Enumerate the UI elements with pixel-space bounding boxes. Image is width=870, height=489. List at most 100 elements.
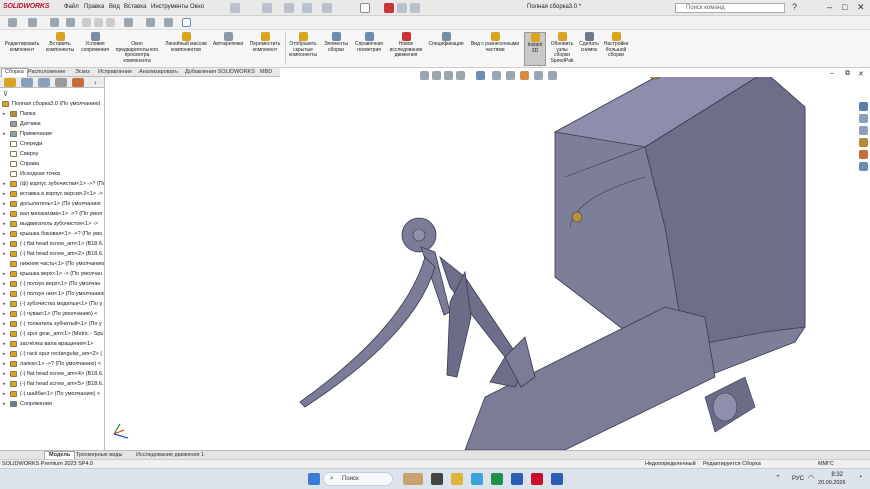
property-manager-tab-icon[interactable]	[21, 78, 33, 87]
resources-icon[interactable]	[859, 114, 868, 123]
tree-item[interactable]: ▸ (ф) корпус зубочистки<1> ->? (По	[0, 179, 104, 189]
chevron-right-icon[interactable]: ▸	[3, 189, 6, 199]
cmd-new-motion-study[interactable]: Новое исследование движения	[387, 32, 425, 59]
command-search-input[interactable]: Поиск команд	[675, 3, 785, 13]
tree-item[interactable]: ▸ (-) ползун верх<1> (По умолчан	[0, 279, 104, 289]
menu-edit[interactable]: Правка	[84, 4, 104, 10]
chevron-right-icon[interactable]: ▸	[3, 229, 6, 239]
tree-item[interactable]: нижняя часть<1> (По умолчанию	[0, 259, 104, 269]
tab-motion-study[interactable]: Исследование движения 1	[132, 452, 208, 458]
tree-item[interactable]: ▸ Папка	[0, 109, 104, 119]
scene-icon[interactable]	[534, 71, 543, 80]
help-icon[interactable]: ?	[792, 2, 797, 12]
chevron-right-icon[interactable]: ▸	[3, 349, 6, 359]
home-icon[interactable]	[230, 3, 240, 13]
toolbar-icon[interactable]	[94, 18, 103, 27]
toolbar-icon[interactable]	[82, 18, 91, 27]
task-view-icon[interactable]	[431, 473, 443, 485]
tree-item[interactable]: Спереди	[0, 139, 104, 149]
feature-manager-tab-icon[interactable]	[4, 78, 16, 87]
tree-item[interactable]: ▸ Примечания	[0, 129, 104, 139]
menu-insert[interactable]: Вставка	[124, 4, 146, 10]
chevron-up-icon[interactable]: ⌃	[775, 474, 781, 482]
zoom-to-fit-icon[interactable]	[420, 71, 429, 80]
select-cursor-icon[interactable]	[360, 3, 370, 13]
cmd-mate[interactable]: Условия сопряжения	[78, 32, 112, 53]
tree-item[interactable]: Сверху	[0, 149, 104, 159]
zoom-to-area-icon[interactable]	[432, 71, 441, 80]
tab-assembly[interactable]: Сборка	[1, 68, 28, 77]
cmd-smart-fasteners[interactable]: Автокрепежи	[211, 32, 245, 48]
cmd-take-snapshot[interactable]: Сделать снимок	[577, 32, 601, 53]
windows-start-icon[interactable]	[308, 473, 320, 485]
cmd-component-preview[interactable]: Окно предварительного просмотра компонен…	[114, 32, 160, 64]
viewport-close-icon[interactable]: ✕	[858, 70, 864, 78]
appearances-icon[interactable]	[859, 150, 868, 159]
language-indicator[interactable]: РУС	[792, 476, 804, 482]
tree-item[interactable]: Полная сборка3.0 (По умолчанию)	[0, 99, 104, 109]
cmd-reference-geometry[interactable]: Справочная геометрия	[352, 32, 386, 53]
chevron-right-icon[interactable]: ▸	[3, 329, 6, 339]
graphics-area[interactable]	[105, 77, 857, 450]
chevron-right-icon[interactable]: ▸	[3, 339, 6, 349]
tree-item[interactable]: ▸ Сопряжения	[0, 399, 104, 409]
toolbar-icon[interactable]	[66, 18, 75, 27]
view-settings-icon[interactable]	[548, 71, 557, 80]
chevron-right-icon[interactable]: ›	[94, 78, 97, 87]
chevron-right-icon[interactable]: ▸	[3, 109, 6, 119]
file-explorer-icon[interactable]	[859, 138, 868, 147]
solidworks-taskbar-icon[interactable]	[531, 473, 543, 485]
tree-item[interactable]: ▸ вал механизма<1> ->? (По умол	[0, 209, 104, 219]
chevron-right-icon[interactable]: ▸	[3, 179, 6, 189]
toolbar-icon[interactable]	[182, 18, 191, 27]
cmd-bill-of-materials[interactable]: Спецификация	[426, 32, 466, 48]
tree-item[interactable]: ▸ выдвигатель зубочисток<1> ->	[0, 219, 104, 229]
tree-item[interactable]: ▸ (-) шайба<1> (По умолчанию) <	[0, 389, 104, 399]
wifi-icon[interactable]: ◠	[808, 474, 814, 482]
file-explorer-icon[interactable]	[451, 473, 463, 485]
tree-item[interactable]: ▸ крышка верх<1> -> (По умолчан	[0, 269, 104, 279]
display-style-icon[interactable]	[492, 71, 501, 80]
toolbar-icon[interactable]	[8, 18, 17, 27]
toolbar-icon[interactable]	[50, 18, 59, 27]
cmd-instant3d[interactable]: Instant 3D	[524, 32, 546, 66]
chevron-right-icon[interactable]: ▸	[3, 369, 6, 379]
tab-addins[interactable]: Добавления SOLIDWORKS	[182, 69, 258, 75]
tree-item[interactable]: ▸ (-) толкатель зубчатый<1> (По у	[0, 319, 104, 329]
tree-item[interactable]: Исходная точка	[0, 169, 104, 179]
close-icon[interactable]: ✕	[857, 2, 865, 13]
minimize-icon[interactable]: –	[827, 2, 832, 12]
menu-window[interactable]: Окно	[190, 4, 204, 10]
tab-markup[interactable]: Исправление	[95, 69, 135, 75]
tree-item[interactable]: ▸ (-) flat head screw_am<5> (B18.6.	[0, 379, 104, 389]
tab-3d-views[interactable]: Трехмерные виды	[72, 452, 126, 458]
tree-item[interactable]: ▸ (-) flat head screw_am<1> (B18.6.	[0, 239, 104, 249]
chevron-right-icon[interactable]: ▸	[3, 269, 6, 279]
tree-item[interactable]: ▸ (-) flat head screw_am<4> (B18.6.	[0, 369, 104, 379]
toolbar-icon[interactable]	[28, 18, 37, 27]
menu-file[interactable]: Файл	[64, 4, 79, 10]
tree-item[interactable]: ▸ (-) flat head screw_am<2> (B18.6.	[0, 249, 104, 259]
new-document-icon[interactable]	[262, 3, 272, 13]
chevron-right-icon[interactable]: ▸	[3, 379, 6, 389]
edge-icon[interactable]	[471, 473, 483, 485]
chevron-right-icon[interactable]: ▸	[3, 219, 6, 229]
clock-date[interactable]: 20.09.2026	[818, 480, 846, 486]
widgets-icon[interactable]	[403, 473, 423, 485]
chevron-right-icon[interactable]: ▸	[3, 209, 6, 219]
undo-icon[interactable]	[322, 3, 332, 13]
maximize-icon[interactable]: □	[842, 2, 847, 12]
tree-item[interactable]: ▸ засчёлка вала вращения<1>	[0, 339, 104, 349]
tree-item[interactable]: ▸ (-) spur gear_am<1> (Metric - Spu	[0, 329, 104, 339]
cmd-edit-component[interactable]: Редактировать компонент	[2, 32, 42, 53]
word-icon[interactable]	[551, 473, 563, 485]
toolbar-icon[interactable]	[106, 18, 115, 27]
tree-item[interactable]: Датчики	[0, 119, 104, 129]
tree-item[interactable]: ▸ (-) ползун низ<1> (По умолчанию	[0, 289, 104, 299]
display-manager-tab-icon[interactable]	[72, 78, 84, 87]
file-properties-icon[interactable]	[397, 3, 407, 13]
custom-properties-icon[interactable]	[859, 162, 868, 171]
taskbar-search[interactable]: ⌕ Поиск	[323, 472, 393, 486]
tab-evaluate[interactable]: Анализировать	[136, 69, 181, 75]
cmd-show-hidden[interactable]: Отобразить скрытые компоненты	[287, 32, 319, 59]
